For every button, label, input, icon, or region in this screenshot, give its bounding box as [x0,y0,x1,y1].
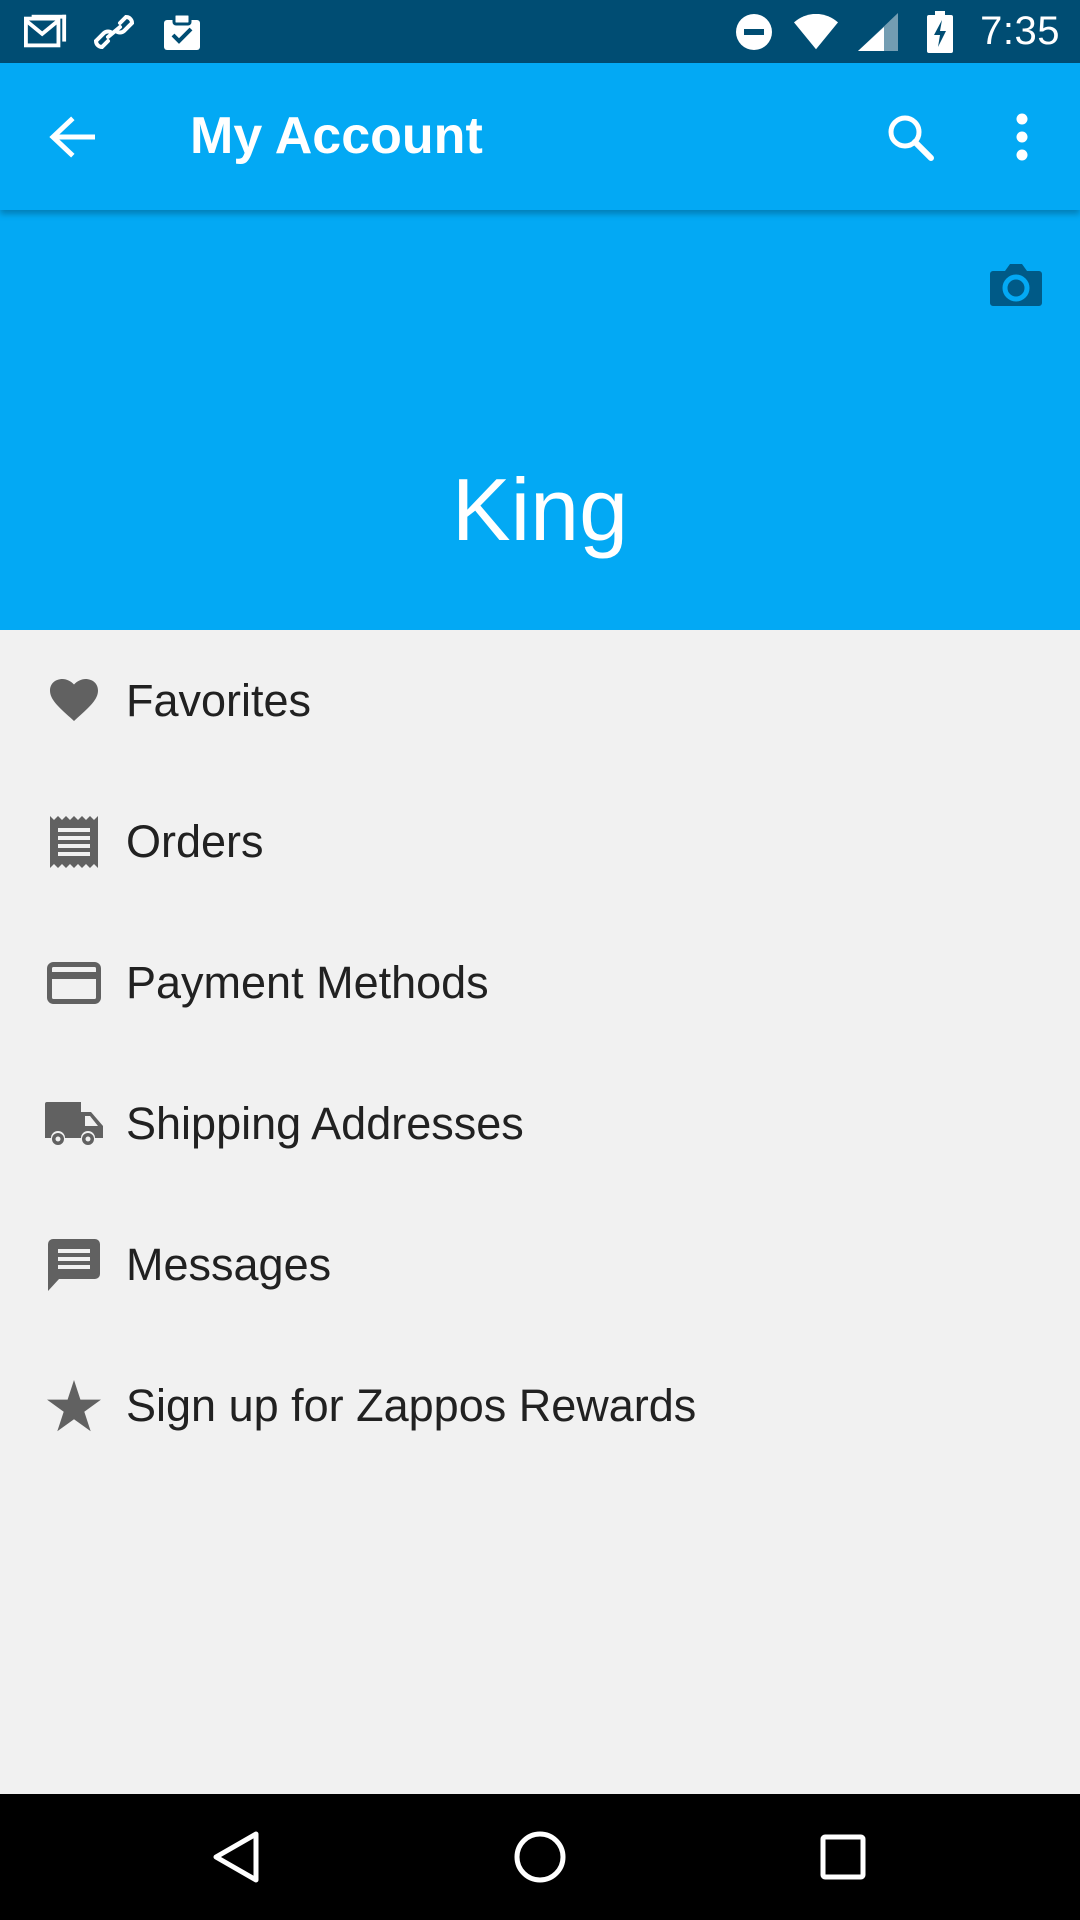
heart-icon [44,671,104,731]
page-title: My Account [190,107,483,165]
search-icon [888,115,934,161]
app-bar: My Account [0,63,1080,210]
status-system: 7:35 [714,9,1060,54]
more-vert-icon [1016,113,1028,161]
wifi-icon [794,10,839,54]
search-button[interactable] [874,101,946,173]
credit-card-icon [44,953,104,1013]
star-icon [44,1376,104,1436]
do-not-disturb-icon [732,10,776,54]
profile-header: King [0,210,1080,630]
signal-icon [856,10,900,54]
menu-item-label: Sign up for Zappos Rewards [126,1379,697,1431]
status-time: 7:35 [980,9,1060,53]
menu-item-label: Orders [126,815,264,867]
nav-recents-button[interactable] [803,1817,883,1897]
profile-name: King [451,460,629,559]
nav-home-button[interactable] [500,1817,580,1897]
menu-item-label: Messages [126,1238,332,1290]
camera-icon [990,264,1042,306]
nav-back-icon [213,1831,259,1883]
nav-home-icon [514,1831,566,1883]
menu-item-orders[interactable]: Orders [0,771,1080,912]
menu-item-payment-methods[interactable]: Payment Methods [0,912,1080,1053]
nav-back-button[interactable] [196,1817,276,1897]
nav-recents-icon [820,1834,866,1880]
receipt-icon [44,812,104,872]
menu-item-zappos-rewards[interactable]: Sign up for Zappos Rewards [0,1335,1080,1476]
link-icon [92,10,136,54]
menu-item-label: Favorites [126,674,312,726]
account-menu-list: Favorites Orders Payment Methods Shippin… [0,630,1080,1476]
menu-item-label: Payment Methods [126,956,489,1008]
arrow-back-icon [49,116,95,158]
clipboard-check-icon [160,10,204,54]
truck-icon [44,1094,104,1154]
menu-item-label: Shipping Addresses [126,1097,524,1149]
status-bar: 7:35 [0,0,1080,63]
menu-item-messages[interactable]: Messages [0,1194,1080,1335]
more-options-button[interactable] [986,101,1058,173]
screen: 7:35 My Account King Favorites Orders Pa… [0,0,1080,1920]
change-photo-button[interactable] [980,248,1052,320]
battery-charging-icon [918,10,962,54]
status-notifications [24,10,228,54]
back-button[interactable] [36,101,108,173]
gmail-icon [24,10,68,54]
navigation-bar [0,1794,1080,1920]
menu-item-favorites[interactable]: Favorites [0,630,1080,771]
message-icon [44,1235,104,1295]
menu-item-shipping-addresses[interactable]: Shipping Addresses [0,1053,1080,1194]
